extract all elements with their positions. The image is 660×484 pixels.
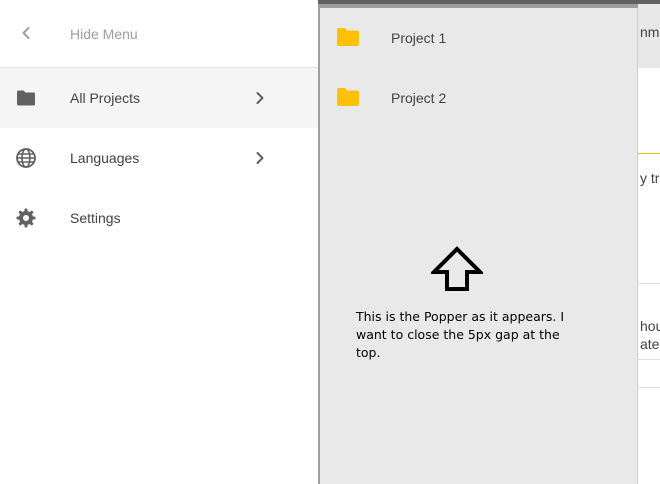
background-text: hou <box>640 318 660 334</box>
annotation-text: This is the Popper as it appears. I want… <box>356 309 565 360</box>
background-divider <box>638 359 660 360</box>
popper-item-label: Project 1 <box>391 30 447 46</box>
hide-menu-label: Hide Menu <box>70 26 138 42</box>
background-divider <box>638 387 660 388</box>
background-text: y tr <box>640 170 660 186</box>
up-arrow-icon <box>429 246 485 292</box>
sidebar-item-all-projects[interactable]: All Projects <box>0 68 318 128</box>
sidebar-item-languages[interactable]: Languages <box>0 128 318 188</box>
background-content <box>638 0 660 484</box>
sidebar-item-settings[interactable]: Settings <box>0 188 318 248</box>
background-divider <box>638 283 660 284</box>
sidebar-item-label: Languages <box>70 150 140 166</box>
hide-menu-button[interactable]: Hide Menu <box>0 4 318 67</box>
background-text: nme <box>640 24 660 40</box>
folder-icon <box>14 86 38 110</box>
gear-icon <box>14 206 38 230</box>
sidebar-item-label: All Projects <box>70 90 141 106</box>
sidebar-item-label: Settings <box>70 210 121 226</box>
folder-icon <box>337 28 359 46</box>
app-screen: nme y tr hou ate Hide Menu All Projects <box>0 0 660 484</box>
popper-item-project-1[interactable]: Project 1 <box>320 8 637 68</box>
popper-item-project-2[interactable]: Project 2 <box>320 68 637 128</box>
navigation-drawer: Hide Menu All Projects Languages Setting… <box>0 0 318 484</box>
chevron-right-icon <box>248 146 272 170</box>
background-text: ate <box>640 336 660 352</box>
chevron-right-icon <box>248 86 272 110</box>
background-divider <box>638 153 660 154</box>
popper-item-label: Project 2 <box>391 90 447 106</box>
folder-icon <box>337 88 359 106</box>
chevron-left-icon <box>14 21 38 45</box>
globe-icon <box>14 146 38 170</box>
